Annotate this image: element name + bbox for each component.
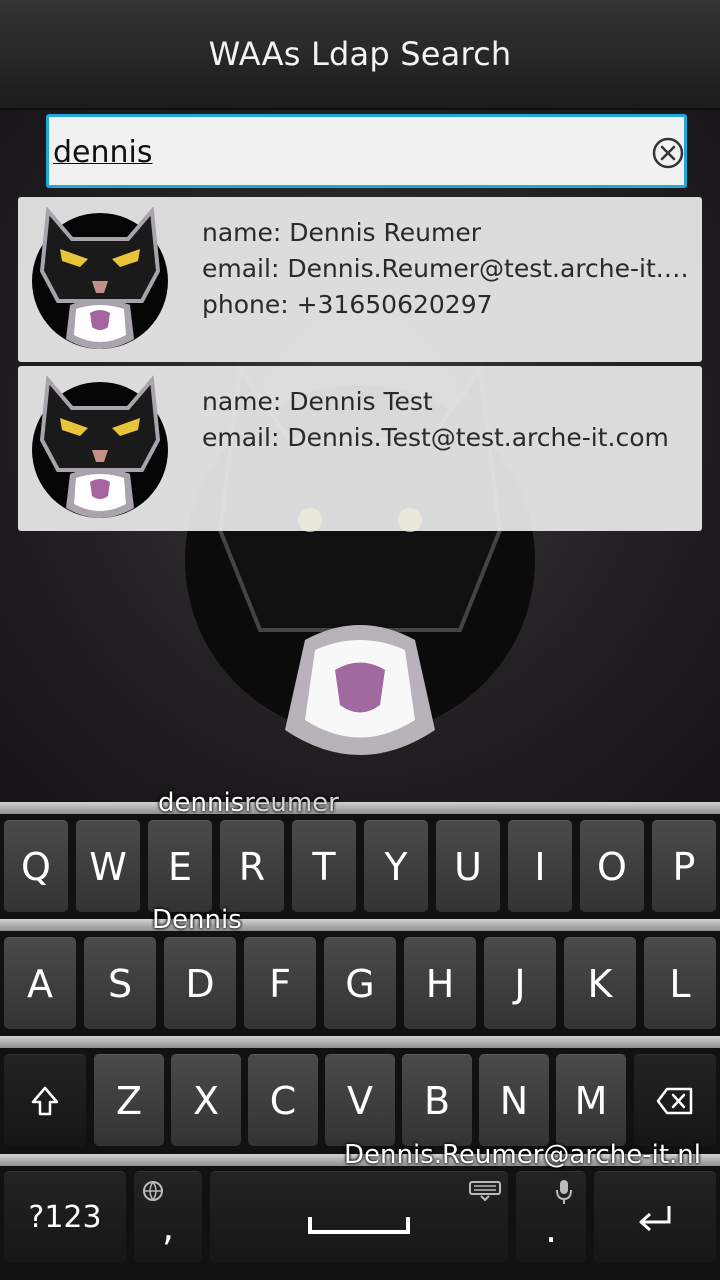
result-email: email: Dennis.Reumer@test.arche-it.c... (202, 254, 694, 283)
keyboard-separator (0, 1036, 720, 1048)
suggestion-completion: reumer (244, 788, 339, 818)
key-y[interactable]: Y (364, 820, 428, 912)
key-j[interactable]: J (484, 937, 556, 1029)
symbols-key[interactable]: ?123 (4, 1171, 126, 1263)
key-t[interactable]: T (292, 820, 356, 912)
key-z[interactable]: Z (94, 1054, 164, 1146)
key-e[interactable]: E (148, 820, 212, 912)
key-v[interactable]: V (325, 1054, 395, 1146)
comma-key-label: , (161, 1204, 175, 1249)
keyboard-separator (0, 802, 720, 814)
virtual-keyboard: dennisreumer Q W E R T Y U I O P Dennis … (0, 788, 720, 1280)
key-c[interactable]: C (248, 1054, 318, 1146)
key-b[interactable]: B (402, 1054, 472, 1146)
shift-icon (31, 1086, 59, 1115)
result-item[interactable]: name: Dennis Reumer email: Dennis.Reumer… (18, 197, 702, 362)
key-h[interactable]: H (404, 937, 476, 1029)
key-q[interactable]: Q (4, 820, 68, 912)
comma-key[interactable]: , (134, 1171, 202, 1263)
keyboard-icon (469, 1181, 501, 1202)
key-a[interactable]: A (4, 937, 76, 1029)
panther-avatar-icon (32, 375, 168, 518)
key-w[interactable]: W (76, 820, 140, 912)
key-n[interactable]: N (479, 1054, 549, 1146)
app-title: WAAs Ldap Search (208, 35, 512, 73)
enter-icon (639, 1205, 671, 1231)
microphone-icon (556, 1180, 572, 1204)
backspace-key[interactable] (634, 1054, 716, 1146)
backspace-icon (656, 1087, 693, 1114)
key-l[interactable]: L (644, 937, 716, 1029)
enter-key[interactable] (594, 1171, 716, 1263)
key-u[interactable]: U (436, 820, 500, 912)
space-bar-icon (308, 1216, 410, 1234)
word-suggestion[interactable]: Dennis (152, 905, 242, 935)
key-r[interactable]: R (220, 820, 284, 912)
period-key[interactable]: . (516, 1171, 586, 1263)
key-o[interactable]: O (580, 820, 644, 912)
space-key[interactable] (210, 1171, 508, 1263)
key-m[interactable]: M (556, 1054, 626, 1146)
key-d[interactable]: D (164, 937, 236, 1029)
word-suggestion[interactable]: Dennis.Reumer@arche-it.nl (344, 1140, 701, 1170)
key-i[interactable]: I (508, 820, 572, 912)
result-name: name: Dennis Test (202, 387, 433, 416)
suggestion-typed: dennis (158, 788, 245, 818)
key-x[interactable]: X (171, 1054, 241, 1146)
search-field[interactable] (46, 114, 687, 188)
key-p[interactable]: P (652, 820, 716, 912)
result-info: name: Dennis Test email: Dennis.Test@tes… (202, 384, 694, 456)
symbols-key-label: ?123 (28, 1200, 102, 1235)
panther-avatar-icon (32, 206, 168, 349)
shift-key[interactable] (4, 1054, 86, 1146)
result-item[interactable]: name: Dennis Test email: Dennis.Test@tes… (18, 366, 702, 531)
key-s[interactable]: S (84, 937, 156, 1029)
title-bar: WAAs Ldap Search (0, 0, 720, 110)
globe-icon (143, 1181, 163, 1201)
clear-circle-icon[interactable] (651, 136, 685, 170)
period-key-label: . (544, 1206, 558, 1251)
result-info: name: Dennis Reumer email: Dennis.Reumer… (202, 215, 694, 323)
result-phone: phone: +31650620297 (202, 290, 493, 319)
keyboard-separator (0, 919, 720, 931)
key-k[interactable]: K (564, 937, 636, 1029)
result-name: name: Dennis Reumer (202, 218, 481, 247)
key-g[interactable]: G (324, 937, 396, 1029)
search-input[interactable] (53, 127, 633, 177)
key-f[interactable]: F (244, 937, 316, 1029)
word-suggestion[interactable]: dennisreumer (158, 788, 339, 818)
result-email: email: Dennis.Test@test.arche-it.com (202, 423, 669, 452)
